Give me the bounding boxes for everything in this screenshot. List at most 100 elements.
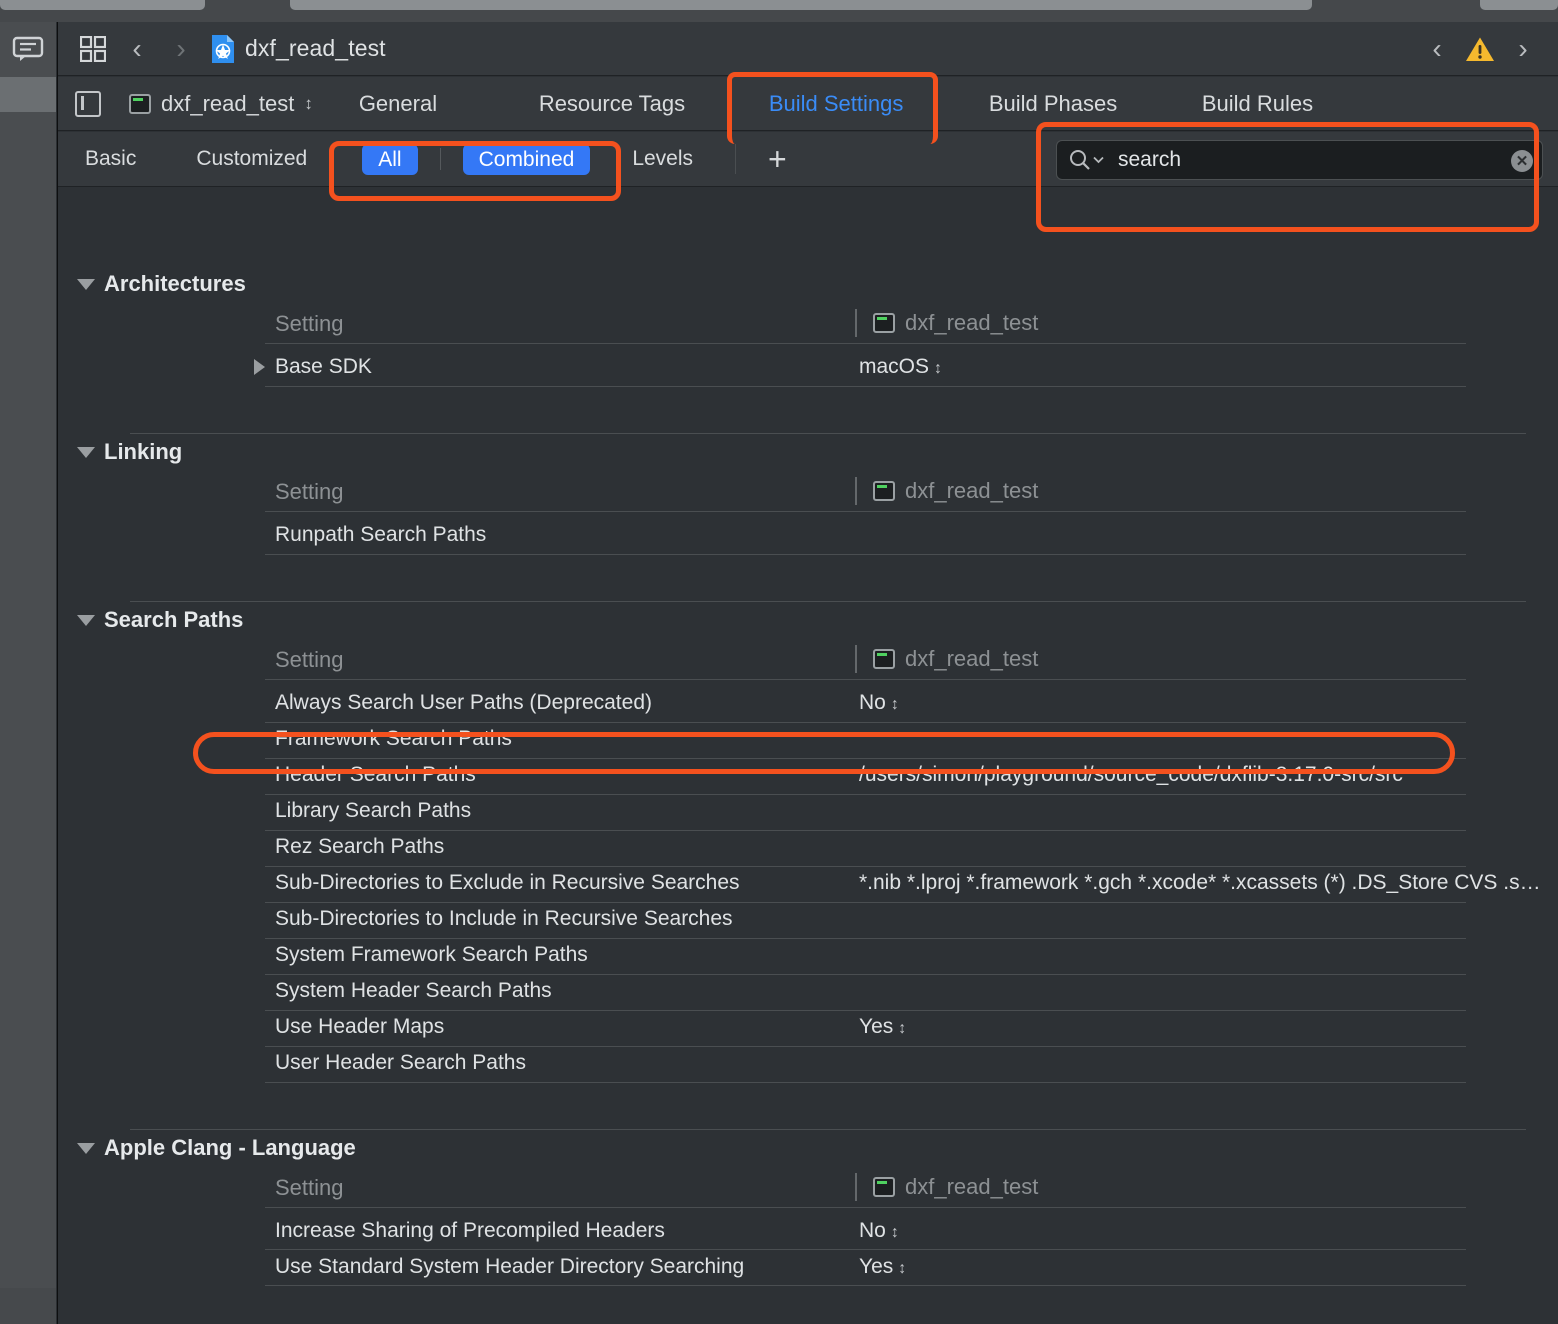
jump-bar-title[interactable]: dxf_read_test <box>245 35 386 62</box>
setting-value[interactable]: Yes ↕ <box>859 1255 906 1279</box>
previous-issue-button[interactable]: ‹ <box>1415 27 1459 71</box>
comment-bubble-icon[interactable] <box>0 22 56 76</box>
jump-bar: ‹ › dxf_read_test ‹ › <box>58 22 1558 76</box>
up-down-chevron-icon[interactable]: ↕ <box>898 1260 906 1277</box>
setting-name: Header Search Paths <box>275 763 476 786</box>
setting-name: Increase Sharing of Precompiled Headers <box>275 1219 665 1242</box>
disclosure-triangle-down-icon[interactable] <box>77 278 95 290</box>
filter-levels-button[interactable]: Levels <box>632 147 693 171</box>
group-header-linking[interactable]: Linking <box>58 432 182 472</box>
search-magnifier-icon[interactable] <box>1069 149 1104 171</box>
disclosure-triangle-down-icon[interactable] <box>77 446 95 458</box>
setting-value[interactable]: /users/simon/playground/source_code/dxfl… <box>859 763 1403 787</box>
group-title: Search Paths <box>104 607 244 632</box>
disclosure-triangle-right-icon[interactable] <box>254 359 265 375</box>
command-line-tool-icon <box>873 481 895 501</box>
setting-name: Framework Search Paths <box>275 727 512 750</box>
browser-tab-fragment[interactable] <box>1480 0 1558 10</box>
setting-value-text: Yes <box>859 1015 894 1038</box>
column-header-target: dxf_read_test <box>855 477 1038 505</box>
browser-tab-fragment[interactable] <box>290 0 1312 10</box>
sidebar-selected-row[interactable] <box>0 77 56 112</box>
up-down-chevron-icon[interactable]: ↕ <box>891 696 899 713</box>
column-header-setting: Setting <box>275 479 344 504</box>
column-header-target-label: dxf_read_test <box>905 310 1039 335</box>
column-header-target-label: dxf_read_test <box>905 478 1039 503</box>
up-down-chevron-icon[interactable]: ↕ <box>898 1020 906 1037</box>
search-input[interactable]: search ✕ <box>1056 140 1543 180</box>
command-line-tool-icon <box>129 93 151 114</box>
group-header-search-paths[interactable]: Search Paths <box>58 600 243 640</box>
disclosure-triangle-down-icon[interactable] <box>77 1142 95 1154</box>
group-header-architectures[interactable]: Architectures <box>58 264 246 304</box>
tab-build-phases[interactable]: Build Phases <box>989 91 1202 117</box>
setting-value[interactable]: macOS ↕ <box>859 355 942 379</box>
setting-value[interactable]: *.nib *.lproj *.framework *.gch *.xcode*… <box>859 871 1541 895</box>
next-issue-button[interactable]: › <box>1501 27 1545 71</box>
up-down-chevron-icon[interactable]: ↕ <box>891 1224 899 1241</box>
target-editor-tab-bar: dxf_read_test ↕ General Resource Tags Bu… <box>58 77 1558 131</box>
filter-customized-button[interactable]: Customized <box>196 147 307 171</box>
target-name-label: dxf_read_test <box>161 90 295 116</box>
window-top-chrome <box>0 0 1558 22</box>
command-line-tool-icon <box>873 313 895 333</box>
filter-combined-button[interactable]: Combined <box>462 143 591 175</box>
setting-value-text: No <box>859 691 886 714</box>
build-settings-filter-bar: Basic Customized All Combined Levels + s… <box>58 132 1558 187</box>
sidebar-body <box>0 112 56 1324</box>
tab-resource-tags[interactable]: Resource Tags <box>539 91 769 117</box>
tab-build-settings[interactable]: Build Settings <box>769 91 989 117</box>
filter-all-button[interactable]: All <box>362 143 418 175</box>
column-header-target-label: dxf_read_test <box>905 1174 1039 1199</box>
plus-icon[interactable]: + <box>768 143 787 175</box>
setting-name: System Header Search Paths <box>275 979 552 1002</box>
setting-name: Always Search User Paths (Deprecated) <box>275 691 652 714</box>
search-value[interactable]: search <box>1118 148 1181 172</box>
up-down-chevron-icon[interactable]: ↕ <box>934 360 942 377</box>
column-header-target: dxf_read_test <box>855 309 1038 337</box>
group-title: Apple Clang - Language <box>104 1135 356 1160</box>
browser-tab-fragment[interactable] <box>0 0 205 10</box>
build-settings-table[interactable]: Architectures Setting dxf_read_test Base… <box>58 188 1558 1324</box>
clear-x-icon[interactable]: ✕ <box>1511 150 1533 172</box>
setting-name: Sub-Directories to Include in Recursive … <box>275 907 733 930</box>
forward-button[interactable]: › <box>159 27 203 71</box>
setting-name: Sub-Directories to Exclude in Recursive … <box>275 871 740 894</box>
setting-value[interactable]: No ↕ <box>859 1219 899 1243</box>
back-button[interactable]: ‹ <box>115 27 159 71</box>
disclosure-triangle-down-icon[interactable] <box>77 614 95 626</box>
setting-name: Library Search Paths <box>275 799 472 822</box>
column-header-setting: Setting <box>275 647 344 672</box>
target-selector[interactable]: dxf_read_test ↕ <box>129 91 313 117</box>
chevron-down-icon <box>1093 156 1104 164</box>
warning-triangle-icon[interactable] <box>1465 36 1495 63</box>
setting-name: Runpath Search Paths <box>275 523 487 546</box>
command-line-tool-icon <box>873 649 895 669</box>
setting-name: Base SDK <box>275 355 372 378</box>
setting-value[interactable]: Yes ↕ <box>859 1015 906 1039</box>
tab-general[interactable]: General <box>359 91 539 117</box>
editor-area: ‹ › dxf_read_test ‹ › dxf_read_test ↕ Ge… <box>57 22 1558 1324</box>
setting-value-text: *.nib *.lproj *.framework *.gch *.xcode*… <box>859 871 1541 894</box>
setting-name: Rez Search Paths <box>275 835 445 858</box>
navigator-toggle-icon[interactable] <box>75 90 101 117</box>
setting-name: System Framework Search Paths <box>275 943 588 966</box>
sidebar-footer <box>0 1288 56 1324</box>
left-sidebar <box>0 22 56 1324</box>
up-down-chevron-icon: ↕ <box>304 94 313 113</box>
filter-basic-button[interactable]: Basic <box>85 147 136 171</box>
tab-build-rules[interactable]: Build Rules <box>1202 91 1382 117</box>
setting-name: Use Header Maps <box>275 1015 445 1038</box>
setting-name: User Header Search Paths <box>275 1051 526 1074</box>
setting-value-text: /users/simon/playground/source_code/dxfl… <box>859 763 1403 786</box>
related-items-icon[interactable] <box>71 27 115 71</box>
column-header-setting: Setting <box>275 311 344 336</box>
column-header-target: dxf_read_test <box>855 1173 1038 1201</box>
setting-value-text: No <box>859 1219 886 1242</box>
group-title: Linking <box>104 439 183 464</box>
setting-value[interactable]: No ↕ <box>859 691 899 715</box>
setting-value-text: macOS <box>859 355 930 378</box>
group-header-apple-clang-language[interactable]: Apple Clang - Language <box>58 1128 356 1168</box>
xcode-project-icon <box>211 34 235 64</box>
command-line-tool-icon <box>873 1177 895 1197</box>
